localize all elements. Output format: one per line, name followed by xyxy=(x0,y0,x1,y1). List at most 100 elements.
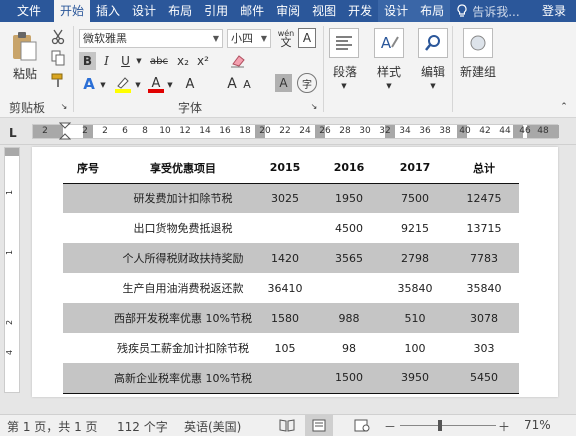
tab-developer[interactable]: 开发 xyxy=(342,0,378,22)
cell-total[interactable]: 3078 xyxy=(449,303,519,333)
grow-font-button[interactable]: A xyxy=(224,74,240,94)
cell-y2017[interactable]: 2798 xyxy=(381,243,449,273)
cell-y2017[interactable]: 510 xyxy=(381,303,449,333)
cell-total[interactable]: 13715 xyxy=(449,213,519,243)
cell-y2016[interactable]: 98 xyxy=(317,333,381,363)
header-cell[interactable]: 2015 xyxy=(253,153,317,184)
cell-y2016[interactable]: 3565 xyxy=(317,243,381,273)
table-row[interactable]: 研发费加计扣除节税 3025 1950 7500 12475 xyxy=(63,183,519,213)
ruler-strip[interactable]: 2 2 2 6 8 10 12 14 16 18 20 22 24 26 28 30 32 34 36 38 40 42 4… xyxy=(32,124,559,139)
cell-index[interactable] xyxy=(63,303,113,333)
cell-y2016[interactable]: 1950 xyxy=(317,183,381,213)
cell-item[interactable]: 研发费加计扣除节税 xyxy=(113,183,253,213)
clipboard-launcher-icon[interactable]: ↘ xyxy=(60,102,68,111)
indent-marker-icon[interactable] xyxy=(59,122,71,142)
search-icon[interactable] xyxy=(418,28,448,58)
copy-icon[interactable] xyxy=(48,49,68,67)
cut-icon[interactable] xyxy=(48,28,68,46)
cell-item[interactable]: 西部开发税率优惠 10%节税 xyxy=(113,303,253,333)
table-row[interactable]: 残疾员工薪金加计扣除节税 105 98 100 303 xyxy=(63,333,519,363)
table-row[interactable]: 生产自用油消费税返还款 36410 35840 35840 xyxy=(63,273,519,303)
header-cell[interactable]: 总计 xyxy=(449,153,519,184)
collapse-ribbon-icon[interactable]: ⌃ xyxy=(558,102,570,112)
superscript-button[interactable]: x² xyxy=(194,52,212,70)
cell-y2017[interactable]: 7500 xyxy=(381,183,449,213)
subscript-button[interactable]: x₂ xyxy=(174,52,192,70)
new-group-icon[interactable] xyxy=(463,28,493,58)
tab-references[interactable]: 引用 xyxy=(198,0,234,22)
cell-y2015[interactable]: 105 xyxy=(253,333,317,363)
cell-item[interactable]: 出口货物免费抵退税 xyxy=(113,213,253,243)
tab-selector[interactable]: L xyxy=(9,126,17,140)
styles-label[interactable]: 样式 xyxy=(370,63,408,80)
paste-icon[interactable] xyxy=(8,28,40,64)
font-name-dropdown[interactable]: 微软雅黑 ▼ xyxy=(79,29,223,48)
header-cell[interactable]: 序号 xyxy=(63,153,113,184)
cell-index[interactable] xyxy=(63,333,113,363)
font-color-icon[interactable]: A xyxy=(146,74,166,94)
table-row[interactable]: 个人所得税财政扶持奖励 1420 3565 2798 7783 xyxy=(63,243,519,273)
cell-y2015[interactable] xyxy=(253,213,317,243)
paste-label[interactable]: 粘贴 xyxy=(9,65,41,82)
cell-y2017[interactable]: 9215 xyxy=(381,213,449,243)
tab-design[interactable]: 设计 xyxy=(126,0,162,22)
cell-index[interactable] xyxy=(63,213,113,243)
strikethrough-button[interactable]: abc xyxy=(147,52,171,70)
text-effects-button[interactable]: A xyxy=(79,74,99,94)
header-cell[interactable]: 2017 xyxy=(381,153,449,184)
cell-total[interactable]: 303 xyxy=(449,333,519,363)
cell-index[interactable] xyxy=(63,183,113,213)
shrink-font-button[interactable]: A xyxy=(240,74,254,94)
cell-y2015[interactable]: 36410 xyxy=(253,273,317,303)
phonetic-guide-button[interactable]: wén 文 xyxy=(276,26,296,50)
tab-view[interactable]: 视图 xyxy=(306,0,342,22)
page-count[interactable]: 第 1 页，共 1 页 xyxy=(7,418,98,435)
tab-table-layout[interactable]: 布局 xyxy=(414,0,451,22)
document-page[interactable]: 序号 享受优惠项目 2015 2016 2017 总计 研发费加计扣除节税 302… xyxy=(32,147,558,397)
language[interactable]: 英语(美国) xyxy=(184,418,241,435)
clear-formatting-icon[interactable] xyxy=(228,52,248,70)
table-row[interactable]: 西部开发税率优惠 10%节税 1580 988 510 3078 xyxy=(63,303,519,333)
char-shade-button[interactable]: A xyxy=(275,74,292,92)
cell-total[interactable]: 12475 xyxy=(449,183,519,213)
cell-total[interactable]: 7783 xyxy=(449,243,519,273)
tab-layout[interactable]: 布局 xyxy=(162,0,198,22)
styles-icon[interactable]: A xyxy=(374,28,404,58)
cell-y2016[interactable] xyxy=(317,273,381,303)
cell-y2016[interactable]: 1500 xyxy=(317,363,381,394)
tab-file[interactable]: 文件 xyxy=(0,0,54,22)
cell-item[interactable]: 个人所得税财政扶持奖励 xyxy=(113,243,253,273)
chevron-down-icon[interactable]: ▼ xyxy=(340,82,348,90)
underline-button[interactable]: U xyxy=(117,52,134,70)
tax-benefit-table[interactable]: 序号 享受优惠项目 2015 2016 2017 总计 研发费加计扣除节税 302… xyxy=(63,153,519,394)
read-mode-icon[interactable] xyxy=(279,419,295,432)
font-size-dropdown[interactable]: 小四 ▼ xyxy=(227,29,271,48)
italic-button[interactable]: I xyxy=(98,52,115,70)
word-count[interactable]: 112 个字 xyxy=(117,418,168,435)
login-button[interactable]: 登录 xyxy=(532,0,576,22)
tab-table-design[interactable]: 设计 xyxy=(378,0,415,22)
cell-index[interactable] xyxy=(63,273,113,303)
tell-me-box[interactable]: 告诉我... xyxy=(450,0,525,22)
bold-button[interactable]: B xyxy=(79,52,96,70)
cell-y2016[interactable]: 4500 xyxy=(317,213,381,243)
cell-y2015[interactable]: 1420 xyxy=(253,243,317,273)
zoom-level[interactable]: 71% xyxy=(524,418,551,432)
cell-total[interactable]: 35840 xyxy=(449,273,519,303)
zoom-slider-track[interactable] xyxy=(400,425,496,426)
cell-item[interactable]: 高新企业税率优惠 10%节税 xyxy=(113,363,253,394)
font-launcher-icon[interactable]: ↘ xyxy=(310,102,318,111)
table-row[interactable]: 出口货物免费抵退税 4500 9215 13715 xyxy=(63,213,519,243)
zoom-in-button[interactable]: ＋ xyxy=(498,418,510,435)
cell-index[interactable] xyxy=(63,243,113,273)
paragraph-icon[interactable] xyxy=(329,28,359,58)
tab-review[interactable]: 审阅 xyxy=(270,0,306,22)
enclose-char-button[interactable]: 字 xyxy=(297,73,317,93)
zoom-out-button[interactable]: － xyxy=(384,418,396,435)
format-painter-icon[interactable] xyxy=(48,72,68,90)
chevron-down-icon[interactable]: ▼ xyxy=(429,82,437,90)
table-row[interactable]: 高新企业税率优惠 10%节税 1500 3950 5450 xyxy=(63,363,519,394)
tab-home[interactable]: 开始 xyxy=(54,0,91,22)
char-shading-button[interactable]: A xyxy=(180,74,200,94)
header-cell[interactable]: 享受优惠项目 xyxy=(113,153,253,184)
